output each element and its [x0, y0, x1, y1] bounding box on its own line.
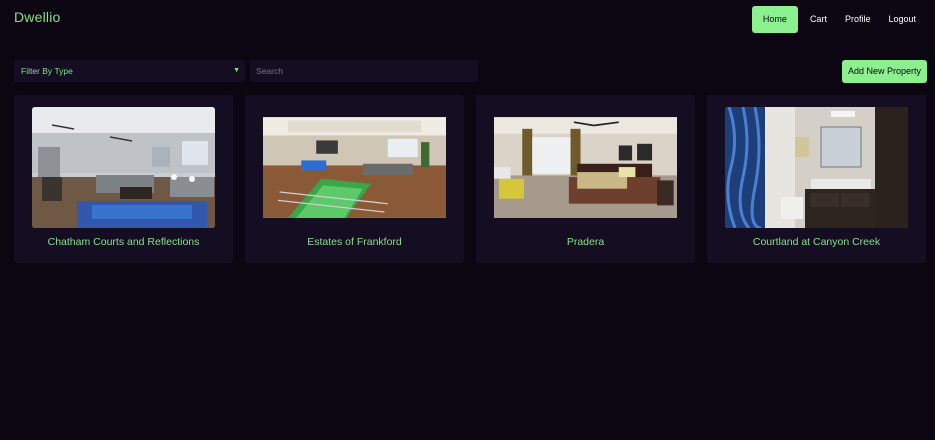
property-image[interactable] — [494, 107, 677, 228]
property-title[interactable]: Pradera — [476, 236, 695, 248]
property-title[interactable]: Chatham Courts and Reflections — [14, 236, 233, 248]
property-card[interactable]: Pradera — [476, 95, 695, 263]
property-card[interactable]: Courtland at Canyon Creek — [707, 95, 926, 263]
filter-by-type-select[interactable]: Filter By Type ▼ — [14, 60, 245, 82]
property-title[interactable]: Estates of Frankford — [245, 236, 464, 248]
add-new-property-button[interactable]: Add New Property — [841, 60, 927, 83]
property-image[interactable] — [32, 107, 215, 228]
search-input[interactable] — [250, 60, 478, 82]
nav-logout[interactable]: Logout — [879, 6, 925, 33]
top-nav: Home Cart Profile Logout — [751, 6, 925, 33]
property-image[interactable] — [263, 107, 446, 228]
brand-logo[interactable]: Dwellio — [14, 9, 61, 25]
nav-home[interactable]: Home — [751, 6, 798, 33]
property-image[interactable] — [725, 107, 908, 228]
nav-profile[interactable]: Profile — [836, 6, 880, 33]
chevron-down-icon: ▼ — [233, 67, 240, 74]
property-card[interactable]: Chatham Courts and Reflections — [14, 95, 233, 263]
property-card[interactable]: Estates of Frankford — [245, 95, 464, 263]
filter-select-label: Filter By Type — [21, 66, 73, 76]
app-root: Dwellio Home Cart Profile Logout Filter … — [0, 0, 935, 440]
nav-cart[interactable]: Cart — [801, 6, 836, 33]
property-title[interactable]: Courtland at Canyon Creek — [707, 236, 926, 248]
property-grid: Chatham Courts and Reflections Estates o… — [14, 95, 926, 263]
